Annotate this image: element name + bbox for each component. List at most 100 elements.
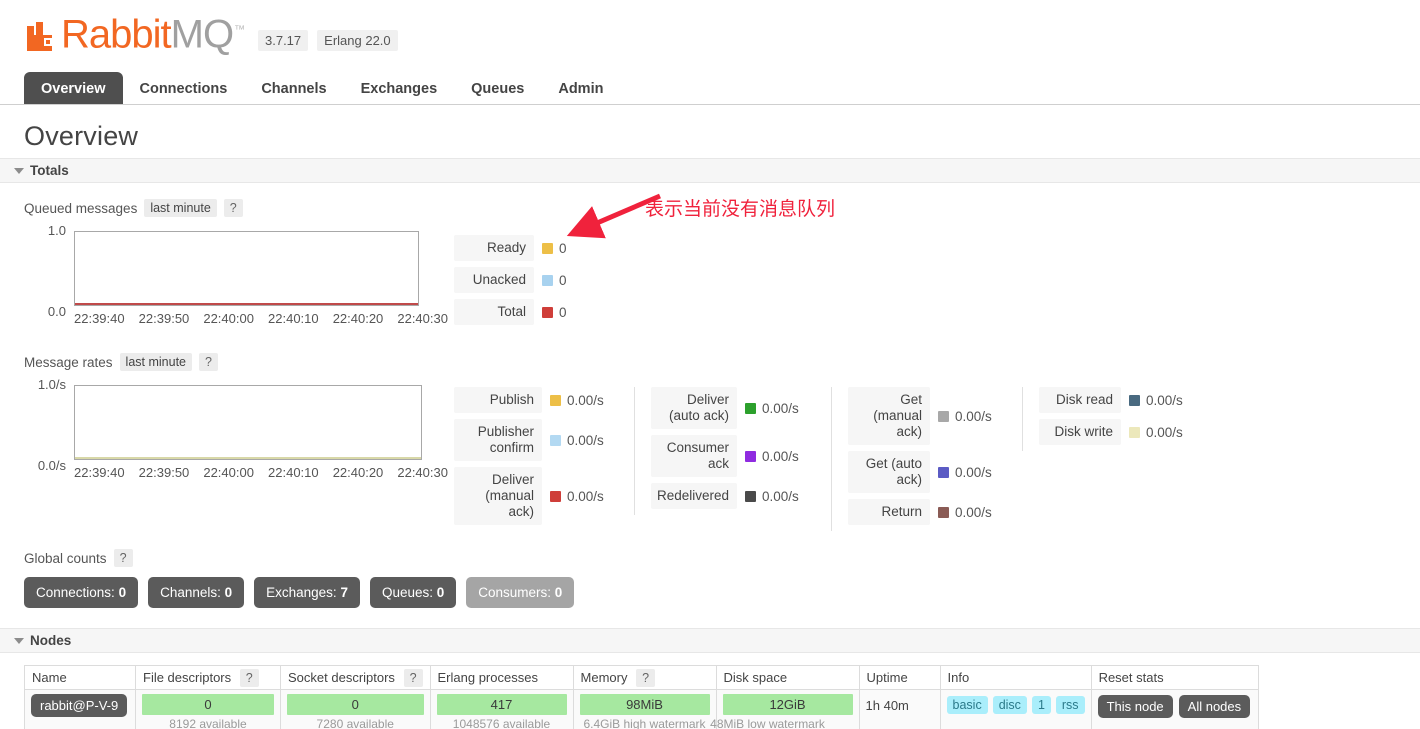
node-info-badge[interactable]: 1	[1031, 696, 1051, 714]
node-name-badge[interactable]: rabbit@P-V-9	[31, 694, 128, 717]
global-count-label: Exchanges:	[266, 585, 341, 600]
legend-metric-label: Unacked	[472, 272, 526, 287]
legend-metric-button[interactable]: Disk read	[1039, 387, 1121, 413]
legend-value-list: 0.00/s 0.00/s	[1121, 387, 1199, 451]
legend-metric-button[interactable]: Consumer ack	[651, 435, 737, 477]
queued-help-icon[interactable]: ?	[223, 199, 243, 217]
legend-name-list: Get (manual ack) Get (auto ack) Return	[848, 387, 930, 531]
global-count-label: Channels:	[160, 585, 225, 600]
global-count-badge[interactable]: Connections: 0	[24, 577, 139, 608]
logo-word-rabbit: Rabbit	[61, 12, 172, 57]
cell-node-name: rabbit@P-V-9	[24, 689, 136, 729]
legend-color-swatch	[542, 242, 553, 254]
global-counts-help-icon[interactable]: ?	[113, 549, 133, 567]
global-count-badge[interactable]: Queues: 0	[369, 577, 457, 608]
cell-file-descriptors: 0 8192 available	[135, 689, 281, 729]
global-count-badge[interactable]: Exchanges: 7	[254, 577, 360, 608]
rates-help-icon[interactable]: ?	[199, 353, 218, 371]
tab-exchanges[interactable]: Exchanges	[344, 72, 455, 105]
rates-period-selector[interactable]: last minute	[119, 353, 192, 371]
counts-rule	[24, 564, 1420, 565]
tab-connections[interactable]: Connections	[123, 72, 245, 105]
legend-value-text: 0.00/s	[955, 408, 992, 424]
col-info-label: Info	[947, 670, 970, 685]
node-info-badge[interactable]: basic	[946, 696, 988, 714]
message-rates-label: Message rates	[24, 354, 113, 370]
memory-help-icon[interactable]: ?	[636, 669, 656, 687]
legend-metric-label: Return	[881, 504, 922, 519]
node-info-badge[interactable]: rss	[1055, 696, 1085, 714]
section-header-totals[interactable]: Totals	[0, 158, 1420, 183]
legend-value-list: 0.00/s 0.00/s 0.00/s	[542, 387, 620, 531]
node-info-badge[interactable]: disc	[992, 696, 1027, 714]
reset-stats-button[interactable]: All nodes	[1178, 695, 1251, 718]
legend-value-text: 0.00/s	[567, 392, 604, 408]
col-socket-descriptors: Socket descriptors ?	[280, 665, 431, 690]
global-count-badge[interactable]: Channels: 0	[148, 577, 245, 608]
legend-metric-button[interactable]: Unacked	[454, 267, 534, 293]
socket-descriptors-value: 0	[287, 694, 424, 715]
queued-chart-y-axis: 1.0 0.0	[24, 223, 70, 319]
rates-rule	[24, 368, 1420, 369]
legend-metric-button[interactable]: Redelivered	[651, 483, 737, 509]
legend-value-text: 0.00/s	[955, 464, 992, 480]
legend-color-swatch	[938, 466, 949, 478]
tab-admin[interactable]: Admin	[541, 72, 620, 105]
legend-metric-button[interactable]: Publisher confirm	[454, 419, 542, 461]
legend-metric-label: Publish	[489, 392, 534, 407]
cell-disk-space: 12GiB 48MiB low watermark	[710, 689, 860, 729]
file-descriptors-help-icon[interactable]: ?	[239, 669, 259, 687]
legend-metric-button[interactable]: Deliver (auto ack)	[651, 387, 737, 429]
cell-uptime: 1h 40m	[858, 689, 941, 729]
legend-value-row: 0.00/s	[542, 419, 620, 461]
legend-name-list: Ready Unacked Total	[454, 235, 534, 331]
tab-overview[interactable]: Overview	[24, 72, 123, 105]
section-header-nodes-label: Nodes	[30, 633, 72, 648]
section-header-nodes[interactable]: Nodes	[0, 628, 1420, 653]
socket-descriptors-help-icon[interactable]: ?	[403, 669, 423, 687]
legend-metric-button[interactable]: Get (auto ack)	[848, 451, 930, 493]
legend-metric-label: Publisher	[477, 424, 534, 439]
rabbitmq-logo[interactable]: RabbitMQ™	[25, 10, 245, 57]
global-count-badge[interactable]: Consumers: 0	[466, 577, 575, 608]
disk-space-value: 12GiB	[722, 694, 853, 715]
tab-queues[interactable]: Queues	[454, 72, 541, 105]
message-rates-legend: Publish Publisher confirm Deliver (manual ack…	[454, 387, 1213, 531]
message-rates-label-row: Message rates last minute ?	[24, 353, 1420, 371]
legend-metric-button[interactable]: Total	[454, 299, 534, 325]
reset-stats-button[interactable]: This node	[1097, 695, 1173, 718]
legend-value-text: 0.00/s	[1146, 392, 1183, 408]
tab-channels[interactable]: Channels	[244, 72, 343, 105]
col-erlang-processes-label: Erlang processes	[437, 670, 538, 685]
queued-period-selector[interactable]: last minute	[144, 199, 217, 217]
legend-value-text: 0	[559, 272, 567, 288]
nodes-table: Name File descriptors ? Socket descripto…	[24, 665, 1259, 729]
queued-messages-label: Queued messages	[24, 200, 138, 216]
legend-metric-button[interactable]: Deliver (manual ack)	[454, 467, 542, 525]
legend-metric-label: (auto ack)	[668, 408, 729, 423]
legend-metric-button[interactable]: Publish	[454, 387, 542, 413]
cell-reset-stats: This node All nodes	[1090, 689, 1259, 729]
legend-metric-label: Redelivered	[656, 488, 729, 503]
queued-messages-chart: 1.0 0.0 22:39:40 22:39:50 22:40:00 22:40…	[24, 223, 454, 331]
legend-value-row: 0.00/s	[930, 451, 1008, 493]
logo-word-mq: MQ	[170, 12, 234, 57]
legend-metric-button[interactable]: Return	[848, 499, 930, 525]
erlang-version-badge: Erlang 22.0	[317, 30, 398, 51]
legend-value-list: 0 0 0	[534, 235, 594, 331]
legend-metric-button[interactable]: Disk write	[1039, 419, 1121, 445]
rabbitmq-management-page: RabbitMQ™ 3.7.17 Erlang 22.0 Overview Co…	[0, 0, 1420, 729]
queued-messages-legend: Ready Unacked Total 0 0 0	[454, 235, 608, 331]
trademark-symbol: ™	[234, 24, 245, 36]
legend-color-swatch	[745, 402, 756, 414]
rates-chart-zero-line	[75, 457, 421, 459]
global-count-label: Consumers:	[478, 585, 555, 600]
queued-chart-plot-area	[74, 231, 419, 306]
legend-metric-button[interactable]: Get (manual ack)	[848, 387, 930, 445]
queued-x-tick: 22:40:30	[397, 311, 448, 326]
legend-value-row: 0	[534, 235, 594, 261]
legend-metric-label: confirm	[489, 440, 534, 455]
legend-metric-label: ack)	[896, 472, 922, 487]
legend-metric-button[interactable]: Ready	[454, 235, 534, 261]
cell-socket-descriptors: 0 7280 available	[280, 689, 431, 729]
